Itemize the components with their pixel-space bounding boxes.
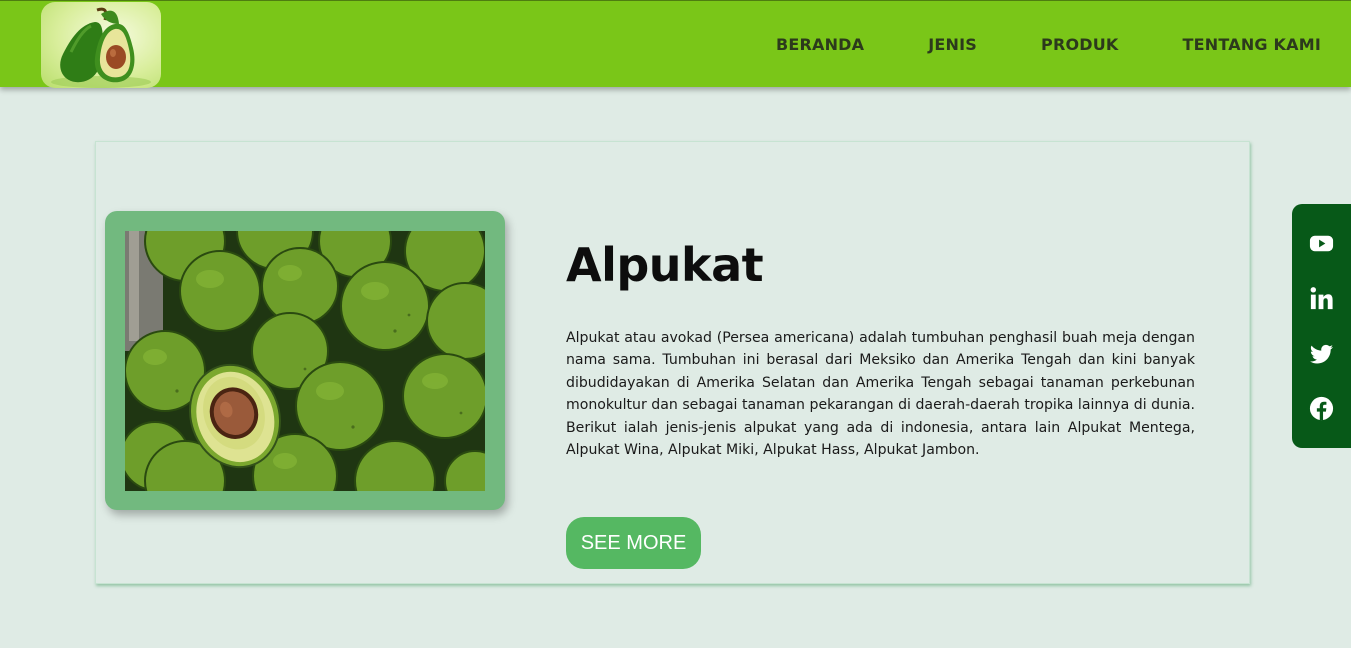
avocado-logo-icon[interactable] [41, 2, 161, 88]
youtube-icon[interactable] [1308, 230, 1335, 257]
facebook-icon[interactable] [1308, 395, 1335, 422]
avocado-photo-icon [125, 231, 485, 491]
nav-link-jenis[interactable]: JENIS [928, 35, 977, 54]
description-text: Alpukat atau avokad (Persea americana) a… [566, 330, 1195, 459]
twitter-icon[interactable] [1308, 340, 1335, 367]
nav-link-tentang-kami[interactable]: TENTANG KAMI [1183, 35, 1321, 54]
main-nav: BERANDA JENIS PRODUK TENTANG KAMI [712, 1, 1321, 88]
social-sidebar [1292, 204, 1351, 448]
page-title: Alpukat [566, 238, 764, 292]
image-frame [105, 211, 505, 510]
see-more-button[interactable]: SEE MORE [566, 517, 701, 569]
nav-link-produk[interactable]: PRODUK [1041, 35, 1119, 54]
linkedin-icon[interactable] [1308, 285, 1335, 312]
nav-link-beranda[interactable]: BERANDA [776, 35, 864, 54]
top-navbar: BERANDA JENIS PRODUK TENTANG KAMI [0, 0, 1351, 88]
